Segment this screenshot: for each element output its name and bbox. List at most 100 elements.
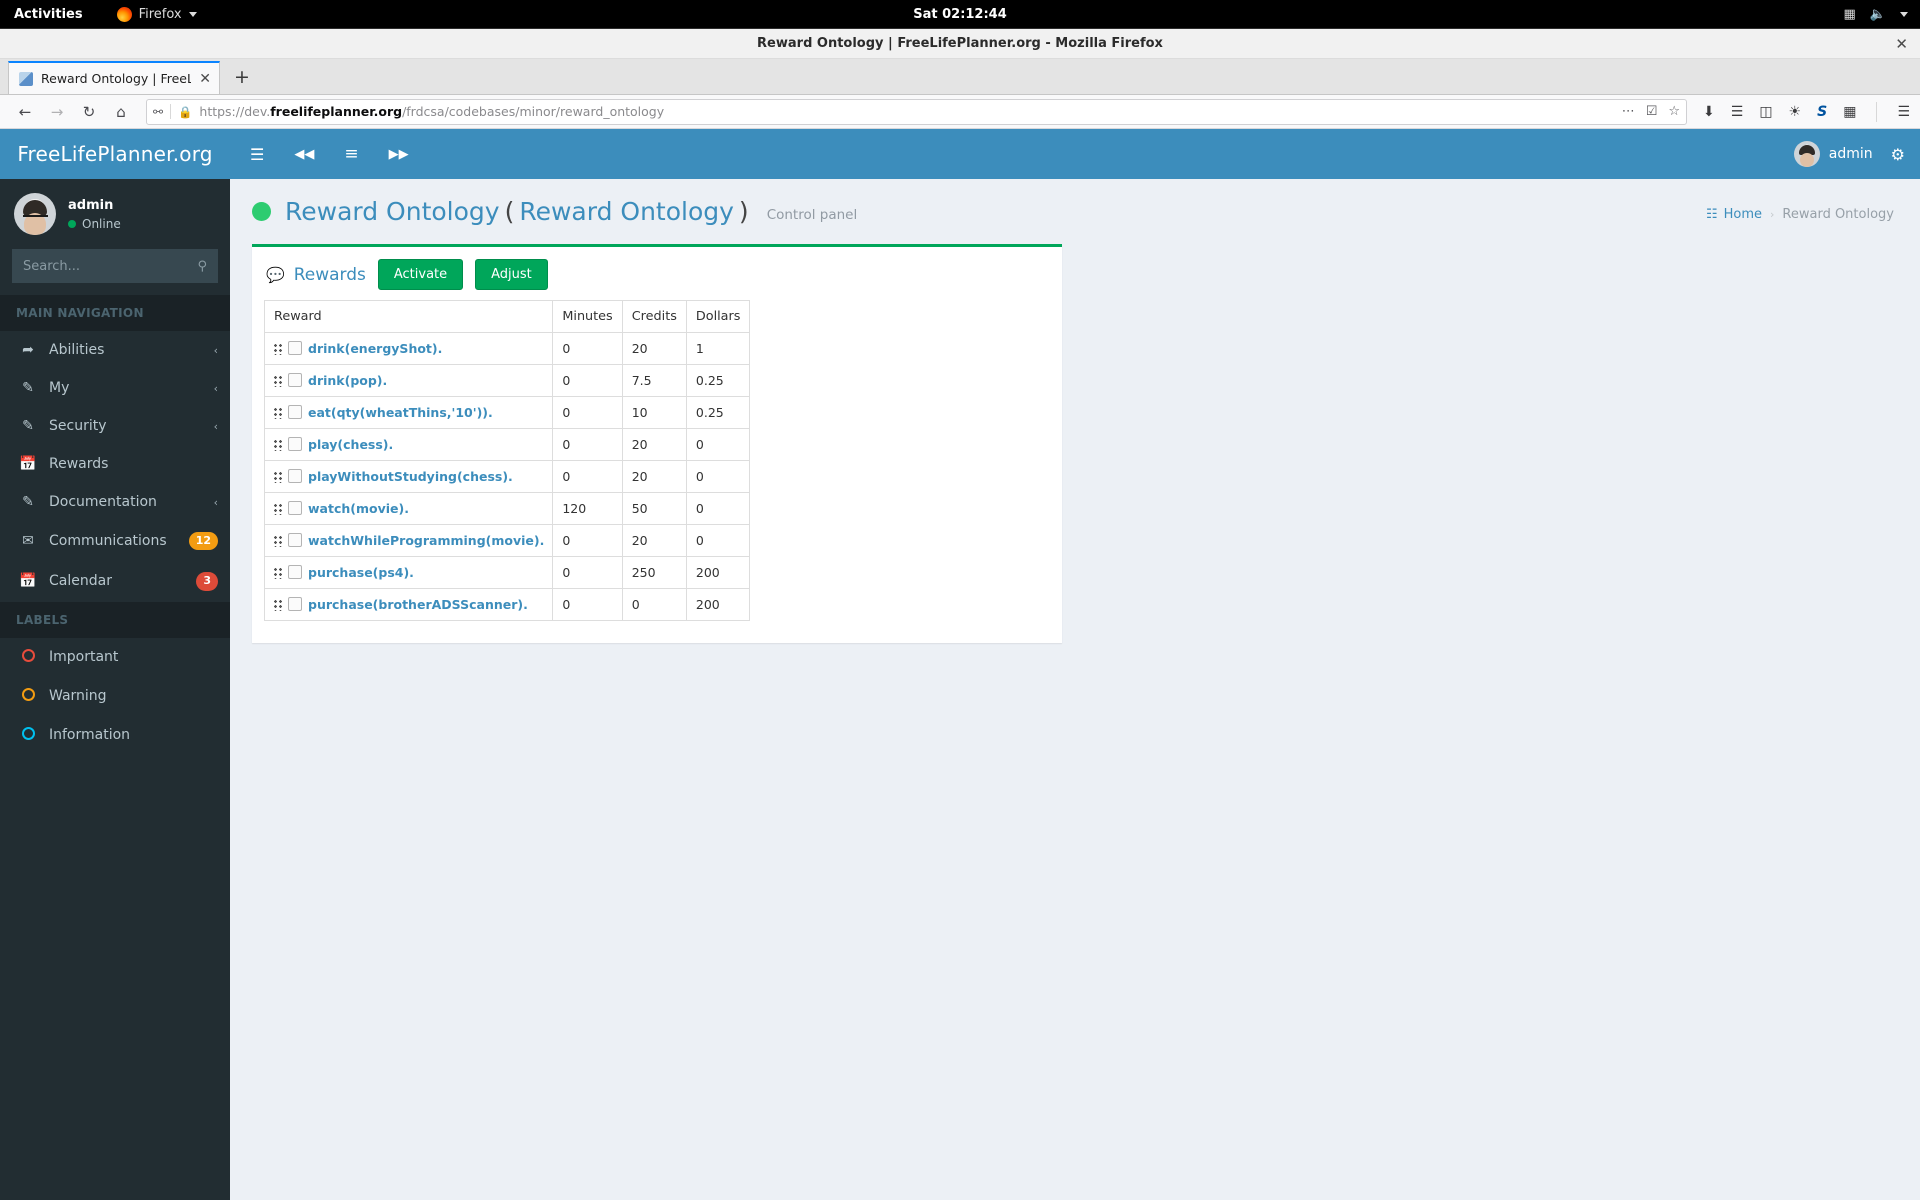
download-icon[interactable]: ⬇ <box>1703 104 1715 120</box>
reward-link[interactable]: drink(energyShot). <box>308 341 442 356</box>
row-checkbox[interactable] <box>288 596 302 611</box>
activate-button[interactable]: Activate <box>377 259 464 290</box>
extension-icon[interactable]: ▦ <box>1843 104 1856 120</box>
share-icon: ➦ <box>22 342 34 358</box>
row-checkbox[interactable] <box>288 468 302 483</box>
reward-link[interactable]: play(chess). <box>308 437 393 452</box>
drag-handle-icon[interactable] <box>273 406 283 419</box>
row-checkbox[interactable] <box>288 340 302 355</box>
forward-button[interactable]: → <box>42 98 72 126</box>
reward-link[interactable]: playWithoutStudying(chess). <box>308 469 513 484</box>
table-row[interactable]: eat(qty(wheatThins,'10')). 0 10 0.25 <box>263 396 751 429</box>
row-checkbox[interactable] <box>288 404 302 419</box>
sidebar-item-calendar[interactable]: 📅 Calendar 3 <box>0 561 230 601</box>
sidebar-item-label: Abilities <box>49 342 105 358</box>
sidebar-item-abilities[interactable]: ➦ Abilities ‹ <box>0 331 230 369</box>
sidebar-item-documentation[interactable]: ✎ Documentation ‹ <box>0 483 230 521</box>
hamburger-icon[interactable]: ☰ <box>250 145 264 164</box>
calendar-icon: 📅 <box>19 456 37 472</box>
tab-close-icon[interactable]: ✕ <box>199 71 211 87</box>
row-checkbox[interactable] <box>288 436 302 451</box>
row-checkbox[interactable] <box>288 500 302 515</box>
reward-link[interactable]: watch(movie). <box>308 501 409 516</box>
box-header: 💬 Rewards Activate Adjust <box>252 247 1062 300</box>
drag-handle-icon[interactable] <box>273 342 283 355</box>
fast-forward-icon[interactable]: ▶▶ <box>389 147 409 162</box>
app-menu-icon[interactable]: ☰ <box>1897 104 1910 120</box>
table-row[interactable]: purchase(ps4). 0 250 200 <box>263 556 751 589</box>
system-clock[interactable]: Sat 02:12:44 <box>913 7 1007 22</box>
tab-title: Reward Ontology | FreeL <box>41 71 192 86</box>
cell-dollars: 0.25 <box>685 364 751 397</box>
sidebar-label-warning[interactable]: Warning <box>0 677 230 716</box>
table-row[interactable]: purchase(brotherADSScanner). 0 0 200 <box>263 588 751 621</box>
home-button[interactable]: ⌂ <box>106 98 136 126</box>
gears-icon[interactable]: ⚙ <box>1891 145 1905 164</box>
tracking-protection-icon[interactable]: ⚯ <box>153 105 163 119</box>
tray-dropdown-arrow-icon[interactable] <box>1900 11 1908 17</box>
table-row[interactable]: drink(pop). 0 7.5 0.25 <box>263 364 751 397</box>
cell-credits: 250 <box>621 556 687 589</box>
table-row[interactable]: watchWhileProgramming(movie). 0 20 0 <box>263 524 751 557</box>
navbar-user-menu[interactable]: admin <box>1793 141 1873 167</box>
table-row[interactable]: drink(energyShot). 0 20 1 <box>263 332 751 365</box>
row-checkbox[interactable] <box>288 372 302 387</box>
search-icon[interactable]: ⚲ <box>197 259 207 274</box>
system-tray[interactable]: ▦ 🔈 <box>1844 8 1908 21</box>
table-row[interactable]: playWithoutStudying(chess). 0 20 0 <box>263 460 751 493</box>
drag-handle-icon[interactable] <box>273 470 283 483</box>
sidebar-brand[interactable]: FreeLifePlanner.org <box>0 129 230 179</box>
address-bar[interactable]: ⚯ 🔒 https://dev.freelifeplanner.org/frdc… <box>146 98 1688 125</box>
status-label: Online <box>82 216 121 231</box>
drag-handle-icon[interactable] <box>273 598 283 611</box>
window-close-button[interactable]: ✕ <box>1895 35 1908 53</box>
drag-handle-icon[interactable] <box>273 438 283 451</box>
reload-button[interactable]: ↻ <box>74 98 104 126</box>
new-tab-button[interactable]: + <box>220 61 264 94</box>
browser-toolbar-icons: ⬇ ☰ ◫ ☀ S ▦ ☰ <box>1697 101 1910 122</box>
search-box[interactable]: ⚲ <box>12 249 218 283</box>
reward-link[interactable]: eat(qty(wheatThins,'10')). <box>308 405 493 420</box>
reward-link[interactable]: purchase(ps4). <box>308 565 414 580</box>
reward-link[interactable]: watchWhileProgramming(movie). <box>308 533 544 548</box>
breadcrumb-home[interactable]: ☷ Home <box>1706 207 1762 222</box>
sidebar-item-security[interactable]: ✎ Security ‹ <box>0 407 230 445</box>
row-checkbox[interactable] <box>288 532 302 547</box>
accessibility-icon[interactable]: ▦ <box>1844 8 1856 21</box>
table-row[interactable]: watch(movie). 120 50 0 <box>263 492 751 525</box>
account-icon[interactable]: ☀ <box>1789 104 1802 120</box>
drag-handle-icon[interactable] <box>273 534 283 547</box>
sidebar-label-information[interactable]: Information <box>0 716 230 755</box>
row-checkbox[interactable] <box>288 564 302 579</box>
adjust-button[interactable]: Adjust <box>475 259 548 290</box>
browser-tab[interactable]: Reward Ontology | FreeL ✕ <box>8 61 220 94</box>
app-menu-firefox[interactable]: Firefox <box>116 6 197 22</box>
back-button[interactable]: ← <box>10 98 40 126</box>
pocket-icon[interactable]: ☑ <box>1646 104 1658 119</box>
reward-link[interactable]: drink(pop). <box>308 373 387 388</box>
align-list-icon[interactable]: ≡ <box>344 144 358 164</box>
sidebar-item-rewards[interactable]: 📅 Rewards <box>0 445 230 483</box>
sidebar-icon[interactable]: ◫ <box>1759 104 1772 120</box>
cell-credits: 20 <box>621 428 687 461</box>
drag-handle-icon[interactable] <box>273 566 283 579</box>
sidebar-user-panel: admin Online <box>0 179 230 249</box>
library-icon[interactable]: ☰ <box>1731 104 1744 120</box>
page-actions-icon[interactable]: ⋯ <box>1622 104 1635 119</box>
table-row[interactable]: play(chess). 0 20 0 <box>263 428 751 461</box>
cell-minutes: 0 <box>552 588 623 621</box>
badge-calendar: 3 <box>196 572 218 591</box>
activities-button[interactable]: Activities <box>14 7 83 22</box>
fast-backward-icon[interactable]: ◀◀ <box>294 147 314 162</box>
volume-icon[interactable]: 🔈 <box>1870 8 1886 21</box>
bookmark-star-icon[interactable]: ☆ <box>1668 104 1680 119</box>
drag-handle-icon[interactable] <box>273 502 283 515</box>
sidebar-item-my[interactable]: ✎ My ‹ <box>0 369 230 407</box>
sidebar-item-communications[interactable]: ✉ Communications 12 <box>0 521 230 561</box>
drag-handle-icon[interactable] <box>273 374 283 387</box>
skype-s-icon[interactable]: S <box>1817 104 1827 120</box>
lock-icon[interactable]: 🔒 <box>178 105 192 119</box>
search-input[interactable] <box>23 258 180 274</box>
sidebar-label-important[interactable]: Important <box>0 638 230 677</box>
reward-link[interactable]: purchase(brotherADSScanner). <box>308 597 528 612</box>
